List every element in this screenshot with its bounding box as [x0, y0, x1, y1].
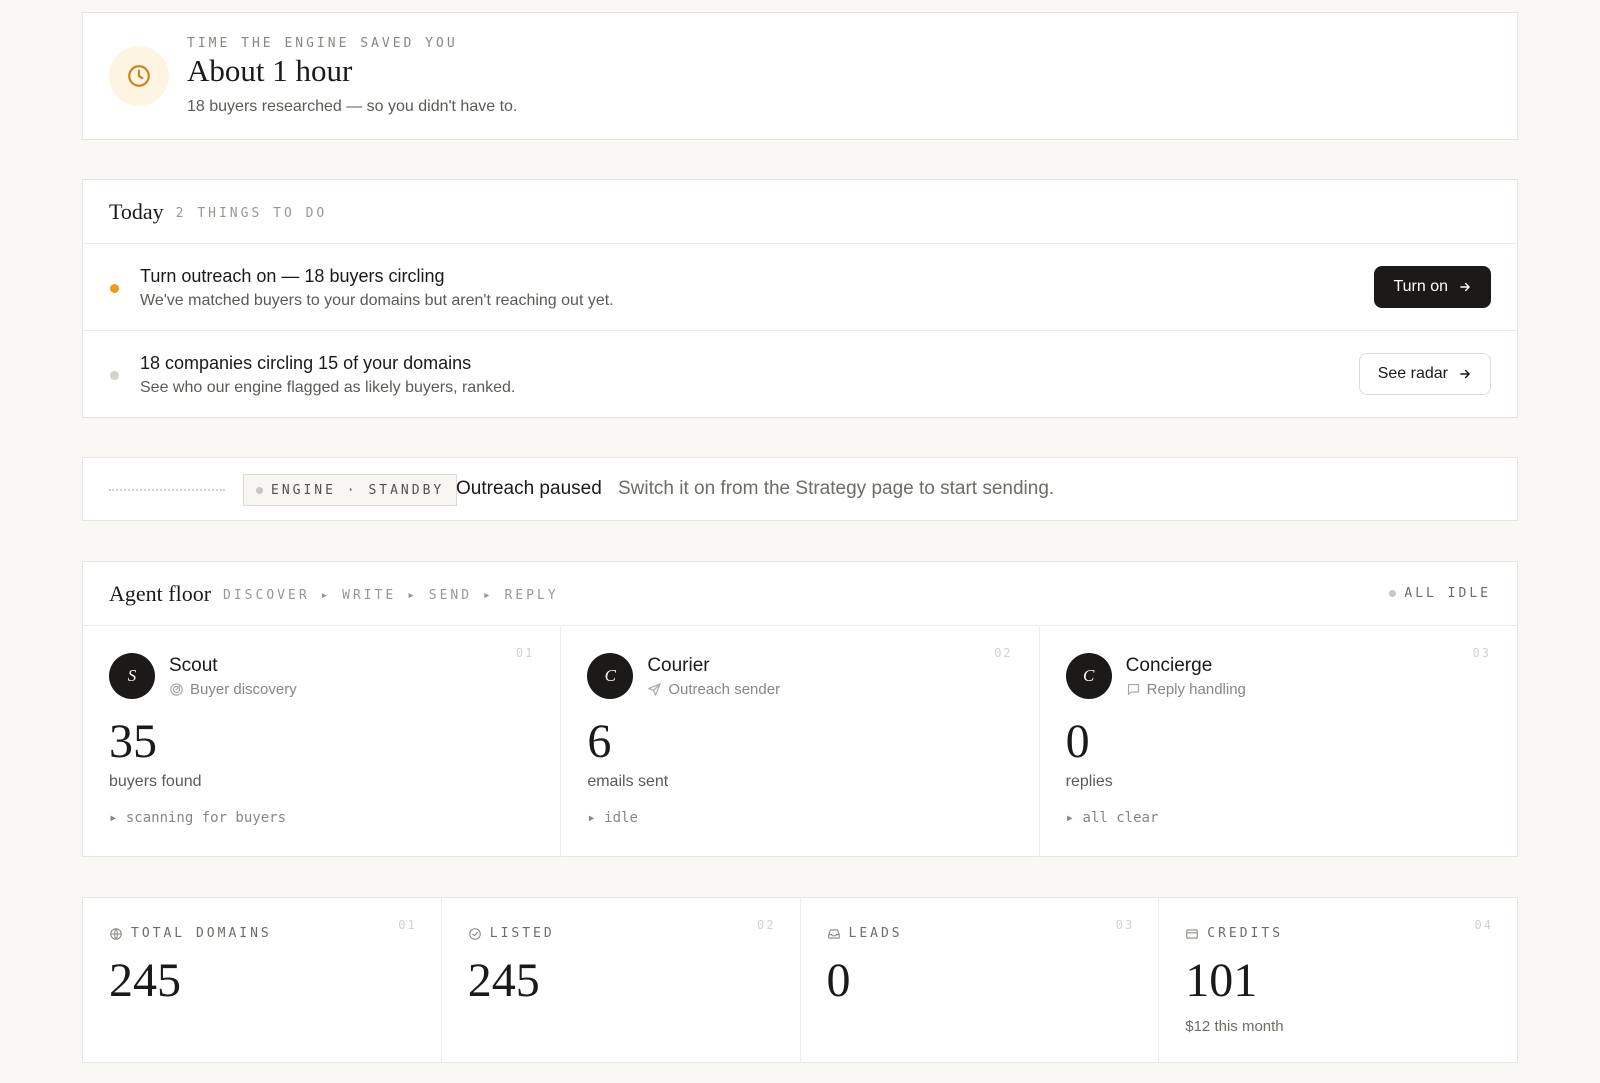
today-card: Today 2 THINGS TO DO Turn outreach on — … — [82, 179, 1518, 418]
agent-role: Reply handling — [1126, 681, 1246, 698]
stat-credits[interactable]: 04 CREDITS 101 $12 this month — [1159, 898, 1517, 1062]
engine-description: Switch it on from the Strategy page to s… — [618, 478, 1055, 499]
stat-label: LISTED — [468, 926, 555, 941]
agent-card-concierge[interactable]: 03 C Concierge Reply handling 0 replies … — [1040, 626, 1517, 857]
today-header: Today 2 THINGS TO DO — [83, 180, 1517, 244]
see-radar-label: See radar — [1377, 365, 1448, 382]
task-status-dot — [110, 371, 119, 380]
agent-metric-value: 6 — [587, 715, 612, 768]
stat-index: 03 — [1115, 918, 1135, 932]
time-saved-title: About 1 hour — [187, 53, 353, 88]
agent-floor-status: ALL IDLE — [1389, 586, 1491, 601]
stat-label-text: LISTED — [489, 926, 555, 941]
status-dot — [1389, 590, 1397, 597]
stat-value: 101 — [1185, 954, 1258, 1007]
agent-state: ▸ all clear — [1065, 810, 1159, 826]
engine-status-chip: ENGINE · STANDBY — [243, 474, 458, 506]
engine-title: Outreach paused — [456, 478, 602, 499]
chat-icon — [1126, 682, 1141, 697]
agent-role-label: Buyer discovery — [190, 681, 297, 698]
agent-role-label: Outreach sender — [668, 681, 781, 698]
stat-index: 04 — [1474, 918, 1493, 932]
stat-listed[interactable]: 02 LISTED 245 — [442, 898, 801, 1062]
avatar: C — [587, 653, 634, 699]
avatar: S — [109, 653, 155, 699]
clock-badge — [109, 46, 169, 106]
task-title: Turn outreach on — 18 buyers circling — [140, 266, 445, 286]
agent-role: Outreach sender — [647, 681, 780, 698]
stat-leads[interactable]: 03 LEADS 0 — [801, 898, 1160, 1062]
arrow-right-icon — [1458, 367, 1472, 381]
stat-label-text: TOTAL DOMAINS — [131, 926, 272, 941]
radar-icon — [169, 682, 184, 697]
globe-icon — [109, 927, 123, 941]
agent-name: Courier — [647, 655, 710, 676]
stat-label: TOTAL DOMAINS — [109, 926, 272, 941]
agent-floor-status-label: ALL IDLE — [1404, 586, 1491, 601]
time-saved-card: TIME THE ENGINE SAVED YOU About 1 hour 1… — [82, 12, 1518, 140]
engine-dotted-line — [109, 489, 225, 491]
agent-pipeline: DISCOVER ▸ WRITE ▸ SEND ▸ REPLY — [223, 588, 559, 603]
stat-index: 02 — [757, 918, 776, 932]
stat-index: 01 — [398, 918, 417, 932]
task-description: We've matched buyers to your domains but… — [140, 292, 614, 309]
clock-icon — [126, 63, 152, 89]
stat-subtext: $12 this month — [1185, 1018, 1284, 1035]
card-icon — [1185, 927, 1199, 941]
stat-label-text: LEADS — [848, 926, 903, 941]
agent-card-scout[interactable]: 01 S Scout Buyer discovery 35 buyers fou… — [83, 626, 562, 857]
agent-floor-title: Agent floor — [109, 580, 212, 606]
stat-total-domains[interactable]: 01 TOTAL DOMAINS 245 — [83, 898, 442, 1062]
see-radar-button[interactable]: See radar — [1358, 353, 1491, 395]
agent-index: 02 — [994, 646, 1013, 660]
agent-name: Scout — [169, 655, 218, 676]
task-row-radar: 18 companies circling 15 of your domains… — [83, 331, 1517, 418]
stat-value: 245 — [467, 954, 540, 1007]
agent-role-label: Reply handling — [1146, 681, 1246, 698]
time-saved-subtitle: 18 buyers researched — so you didn't hav… — [187, 98, 518, 115]
inbox-icon — [827, 927, 841, 941]
today-count: 2 THINGS TO DO — [175, 206, 328, 221]
stat-label: LEADS — [827, 926, 903, 941]
turn-on-label: Turn on — [1393, 278, 1448, 295]
agent-role: Buyer discovery — [169, 681, 297, 698]
agent-name: Concierge — [1125, 655, 1213, 676]
task-row-outreach: Turn outreach on — 18 buyers circling We… — [83, 244, 1517, 331]
stats-grid: 01 TOTAL DOMAINS 245 02 LISTED 245 03 LE… — [83, 898, 1517, 1062]
stat-label-text: CREDITS — [1207, 926, 1284, 941]
avatar: C — [1065, 653, 1112, 699]
agent-floor-header: Agent floor DISCOVER ▸ WRITE ▸ SEND ▸ RE… — [83, 562, 1517, 626]
agent-metric-value: 35 — [109, 715, 157, 768]
agent-metric-label: replies — [1065, 773, 1113, 790]
arrow-right-icon — [1458, 280, 1472, 294]
engine-status-dot — [256, 486, 263, 494]
engine-status-label: ENGINE · STANDBY — [271, 482, 445, 498]
stats-card: 01 TOTAL DOMAINS 245 02 LISTED 245 03 LE… — [82, 897, 1518, 1063]
agent-card-courier[interactable]: 02 C Courier Outreach sender 6 emails se… — [561, 626, 1040, 857]
send-icon — [647, 682, 662, 697]
task-status-dot — [110, 284, 119, 293]
agent-metric-value: 0 — [1065, 715, 1090, 768]
today-title: Today — [109, 198, 164, 224]
agent-state: ▸ idle — [587, 810, 638, 826]
agent-state: ▸ scanning for buyers — [109, 810, 287, 826]
stat-value: 0 — [826, 954, 851, 1007]
time-saved-eyebrow: TIME THE ENGINE SAVED YOU — [187, 36, 458, 51]
task-description: See who our engine flagged as likely buy… — [140, 379, 516, 396]
agent-index: 01 — [515, 646, 535, 660]
agent-floor-card: Agent floor DISCOVER ▸ WRITE ▸ SEND ▸ RE… — [82, 561, 1518, 857]
agent-metric-label: buyers found — [109, 773, 202, 790]
turn-on-button[interactable]: Turn on — [1374, 266, 1491, 308]
agent-metric-label: emails sent — [587, 773, 669, 790]
task-title: 18 companies circling 15 of your domains — [140, 353, 472, 373]
stat-value: 245 — [109, 954, 181, 1007]
check-circle-icon — [468, 927, 482, 941]
engine-status-card: ENGINE · STANDBY Outreach paused Switch … — [82, 457, 1518, 521]
stat-label: CREDITS — [1185, 926, 1283, 941]
agent-index: 03 — [1472, 646, 1491, 660]
agent-grid: 01 S Scout Buyer discovery 35 buyers fou… — [83, 626, 1517, 857]
